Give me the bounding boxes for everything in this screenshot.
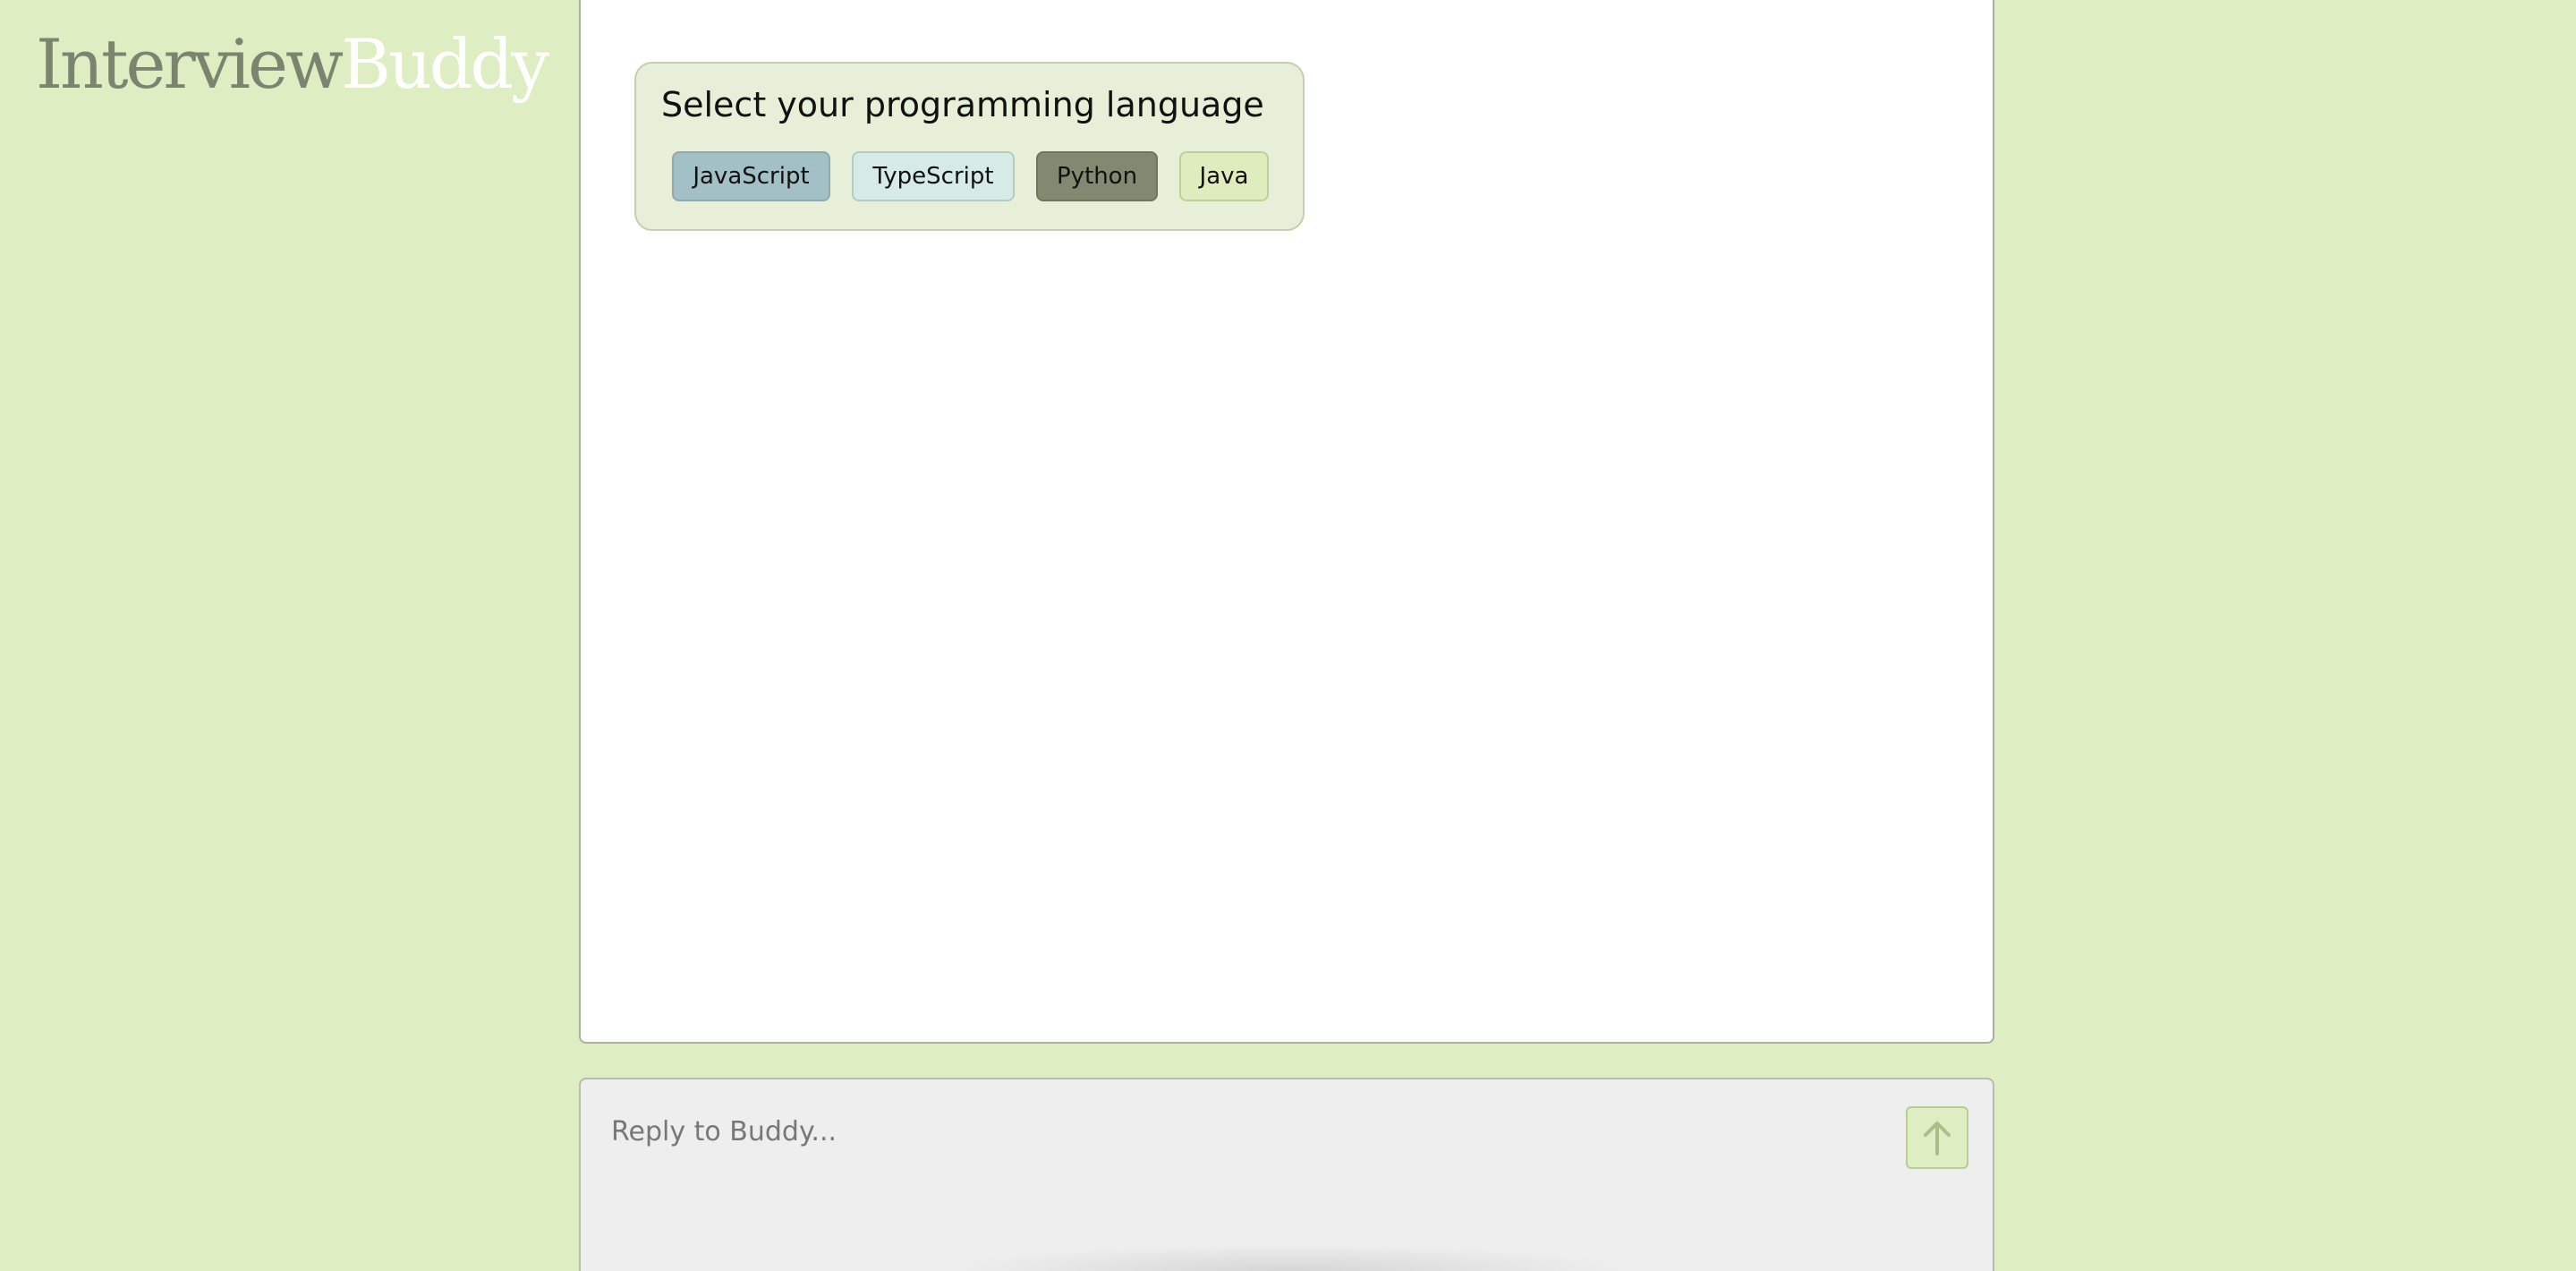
logo-part-interview: Interview <box>36 24 344 104</box>
language-button-python[interactable]: Python <box>1036 151 1158 201</box>
language-selection-title: Select your programming language <box>661 85 1264 124</box>
language-button-typescript[interactable]: TypeScript <box>852 151 1015 201</box>
logo-part-buddy: Buddy <box>341 24 549 104</box>
language-button-javascript[interactable]: JavaScript <box>672 151 830 201</box>
reply-input[interactable] <box>611 1105 1864 1158</box>
reply-composer <box>579 1078 1994 1271</box>
send-button[interactable] <box>1906 1106 1968 1169</box>
app-logo: InterviewBuddy <box>36 21 549 107</box>
app-page: InterviewBuddy Select your programming l… <box>0 0 2576 1271</box>
language-options: JavaScript TypeScript Python Java <box>672 151 1269 201</box>
arrow-up-icon <box>1924 1122 1951 1156</box>
language-button-java[interactable]: Java <box>1179 151 1269 201</box>
language-selection-card: Select your programming language JavaScr… <box>634 62 1305 231</box>
